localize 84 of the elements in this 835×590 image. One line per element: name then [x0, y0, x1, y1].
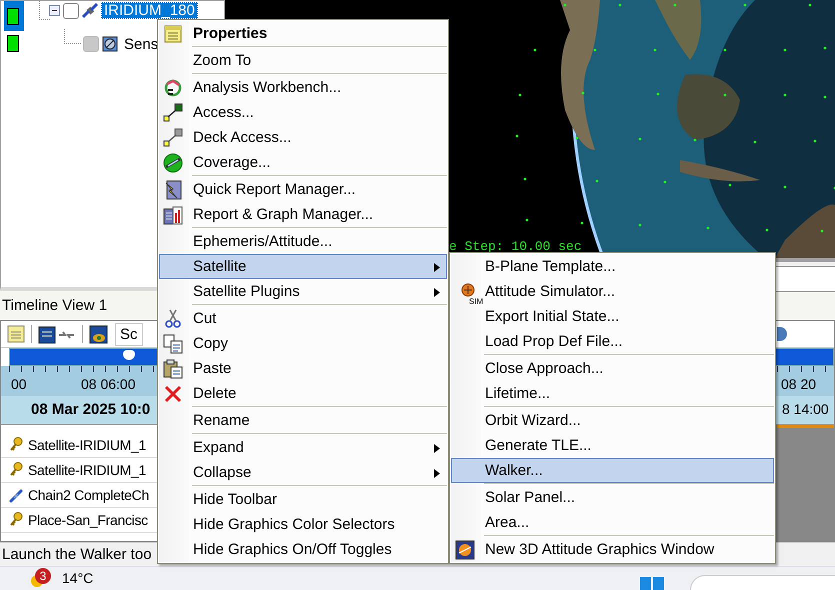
submenu-arrow-icon	[434, 469, 440, 478]
notes-icon[interactable]	[7, 325, 25, 343]
menu-item[interactable]: Export Initial State...	[451, 304, 774, 329]
submenu-arrow-icon	[434, 263, 440, 272]
menu-item[interactable]: Hide Toolbar	[159, 487, 447, 512]
timeline-row-label[interactable]: Satellite-IRIDIUM_1	[28, 462, 146, 478]
color-swatch[interactable]	[7, 35, 19, 52]
menu-item[interactable]: Paste	[159, 356, 447, 381]
menu-item[interactable]: Report & Graph Manager...	[159, 202, 447, 227]
menu-item[interactable]: Access...	[159, 100, 447, 125]
notification-badge: 3	[35, 568, 51, 584]
scale-label: 08 06:00	[81, 376, 136, 392]
checkbox[interactable]	[83, 36, 99, 52]
lightning-icon	[163, 180, 183, 200]
delete-icon	[163, 384, 183, 404]
tree-item[interactable]: IRIDIUM_180	[101, 2, 198, 19]
color-swatch[interactable]	[7, 8, 19, 25]
menu-item[interactable]: Walker...	[451, 458, 774, 483]
menu-item[interactable]: Lifetime...	[451, 381, 774, 406]
timeline-row-label[interactable]: Chain2 CompleteCh	[28, 487, 149, 503]
menu-item[interactable]: Analysis Workbench...	[159, 75, 447, 100]
menu-item[interactable]: Quick Report Manager...	[159, 177, 447, 202]
windows-start-icon[interactable]	[640, 577, 664, 590]
menu-item[interactable]: Ephemeris/Attitude...	[159, 229, 447, 254]
paste-icon	[163, 359, 183, 379]
menu-item[interactable]: Zoom To	[159, 48, 447, 73]
menu-item[interactable]: Delete	[159, 381, 447, 406]
menu-item[interactable]: Close Approach...	[451, 356, 774, 381]
menu-item[interactable]: Orbit Wizard...	[451, 408, 774, 433]
menu-item[interactable]: Expand	[159, 435, 447, 460]
menu-item[interactable]: Generate TLE...	[451, 433, 774, 458]
linked-squares-icon	[163, 128, 183, 148]
menu-item[interactable]: New 3D Attitude Graphics Window	[451, 537, 774, 562]
date-label: 08 Mar 2025 10:0	[31, 401, 150, 418]
menu-item[interactable]: Cut	[159, 306, 447, 331]
menu-item[interactable]: Copy	[159, 331, 447, 356]
status-text: Launch the Walker too	[2, 546, 152, 563]
scale-label: 08 20	[781, 376, 816, 392]
menu-item[interactable]: Properties	[159, 21, 447, 46]
timeline-row-label[interactable]: Place-San_Francisc	[28, 512, 148, 528]
menu-item[interactable]: Satellite Plugins	[159, 279, 447, 304]
menu-item[interactable]: Load Prop Def File...	[451, 329, 774, 354]
sensor-icon	[102, 36, 118, 52]
menu-item[interactable]: B-Plane Template...	[451, 254, 774, 279]
copy-icon	[163, 334, 183, 354]
submenu-arrow-icon	[434, 288, 440, 297]
key-icon	[9, 437, 23, 453]
temperature-label[interactable]: 14°C	[62, 570, 94, 586]
timeline-sync-icon[interactable]	[38, 324, 76, 344]
properties-icon	[163, 24, 183, 44]
submenu-arrow-icon	[434, 444, 440, 453]
chart-icon	[163, 205, 183, 225]
menu-item[interactable]: Satellite	[159, 254, 447, 279]
menu-item[interactable]: Area...	[451, 510, 774, 535]
key-icon	[9, 512, 23, 528]
menu-item[interactable]: Collapse	[159, 460, 447, 485]
linked-squares-icon	[163, 103, 183, 123]
globe-icon	[163, 153, 183, 173]
timeline-view-icon[interactable]	[89, 324, 109, 344]
menu-item[interactable]: Hide Graphics On/Off Toggles	[159, 537, 447, 562]
time-step-label: e Step: 10.00 sec	[449, 239, 582, 254]
dropdown-field[interactable]: Sc	[115, 322, 143, 346]
cycle-arrows-icon	[163, 78, 183, 98]
round-button[interactable]	[777, 327, 787, 341]
menu-item[interactable]: Rename	[159, 408, 447, 433]
icon-caption: SIM	[469, 298, 484, 306]
key-icon	[9, 462, 23, 478]
scale-label: 00	[11, 376, 27, 392]
collapse-toggle[interactable]	[49, 5, 60, 16]
checkbox[interactable]	[63, 2, 79, 18]
attitude-window-icon	[455, 540, 475, 560]
link-icon	[9, 487, 23, 503]
scissors-icon	[163, 309, 183, 329]
menu-item[interactable]: Coverage...	[159, 150, 447, 175]
menu-item[interactable]: Solar Panel...	[451, 485, 774, 510]
panel-title: Timeline View 1	[2, 297, 108, 314]
menu-item[interactable]: Deck Access...	[159, 125, 447, 150]
scale-label: 8 14:00	[782, 401, 829, 417]
satellite-icon	[82, 2, 98, 18]
panel-field[interactable]	[775, 266, 835, 292]
tree-item[interactable]: Sens	[121, 36, 162, 52]
slider-thumb[interactable]	[123, 350, 136, 360]
menu-item[interactable]: Hide Graphics Color Selectors	[159, 512, 447, 537]
timeline-row-label[interactable]: Satellite-IRIDIUM_1	[28, 437, 146, 453]
